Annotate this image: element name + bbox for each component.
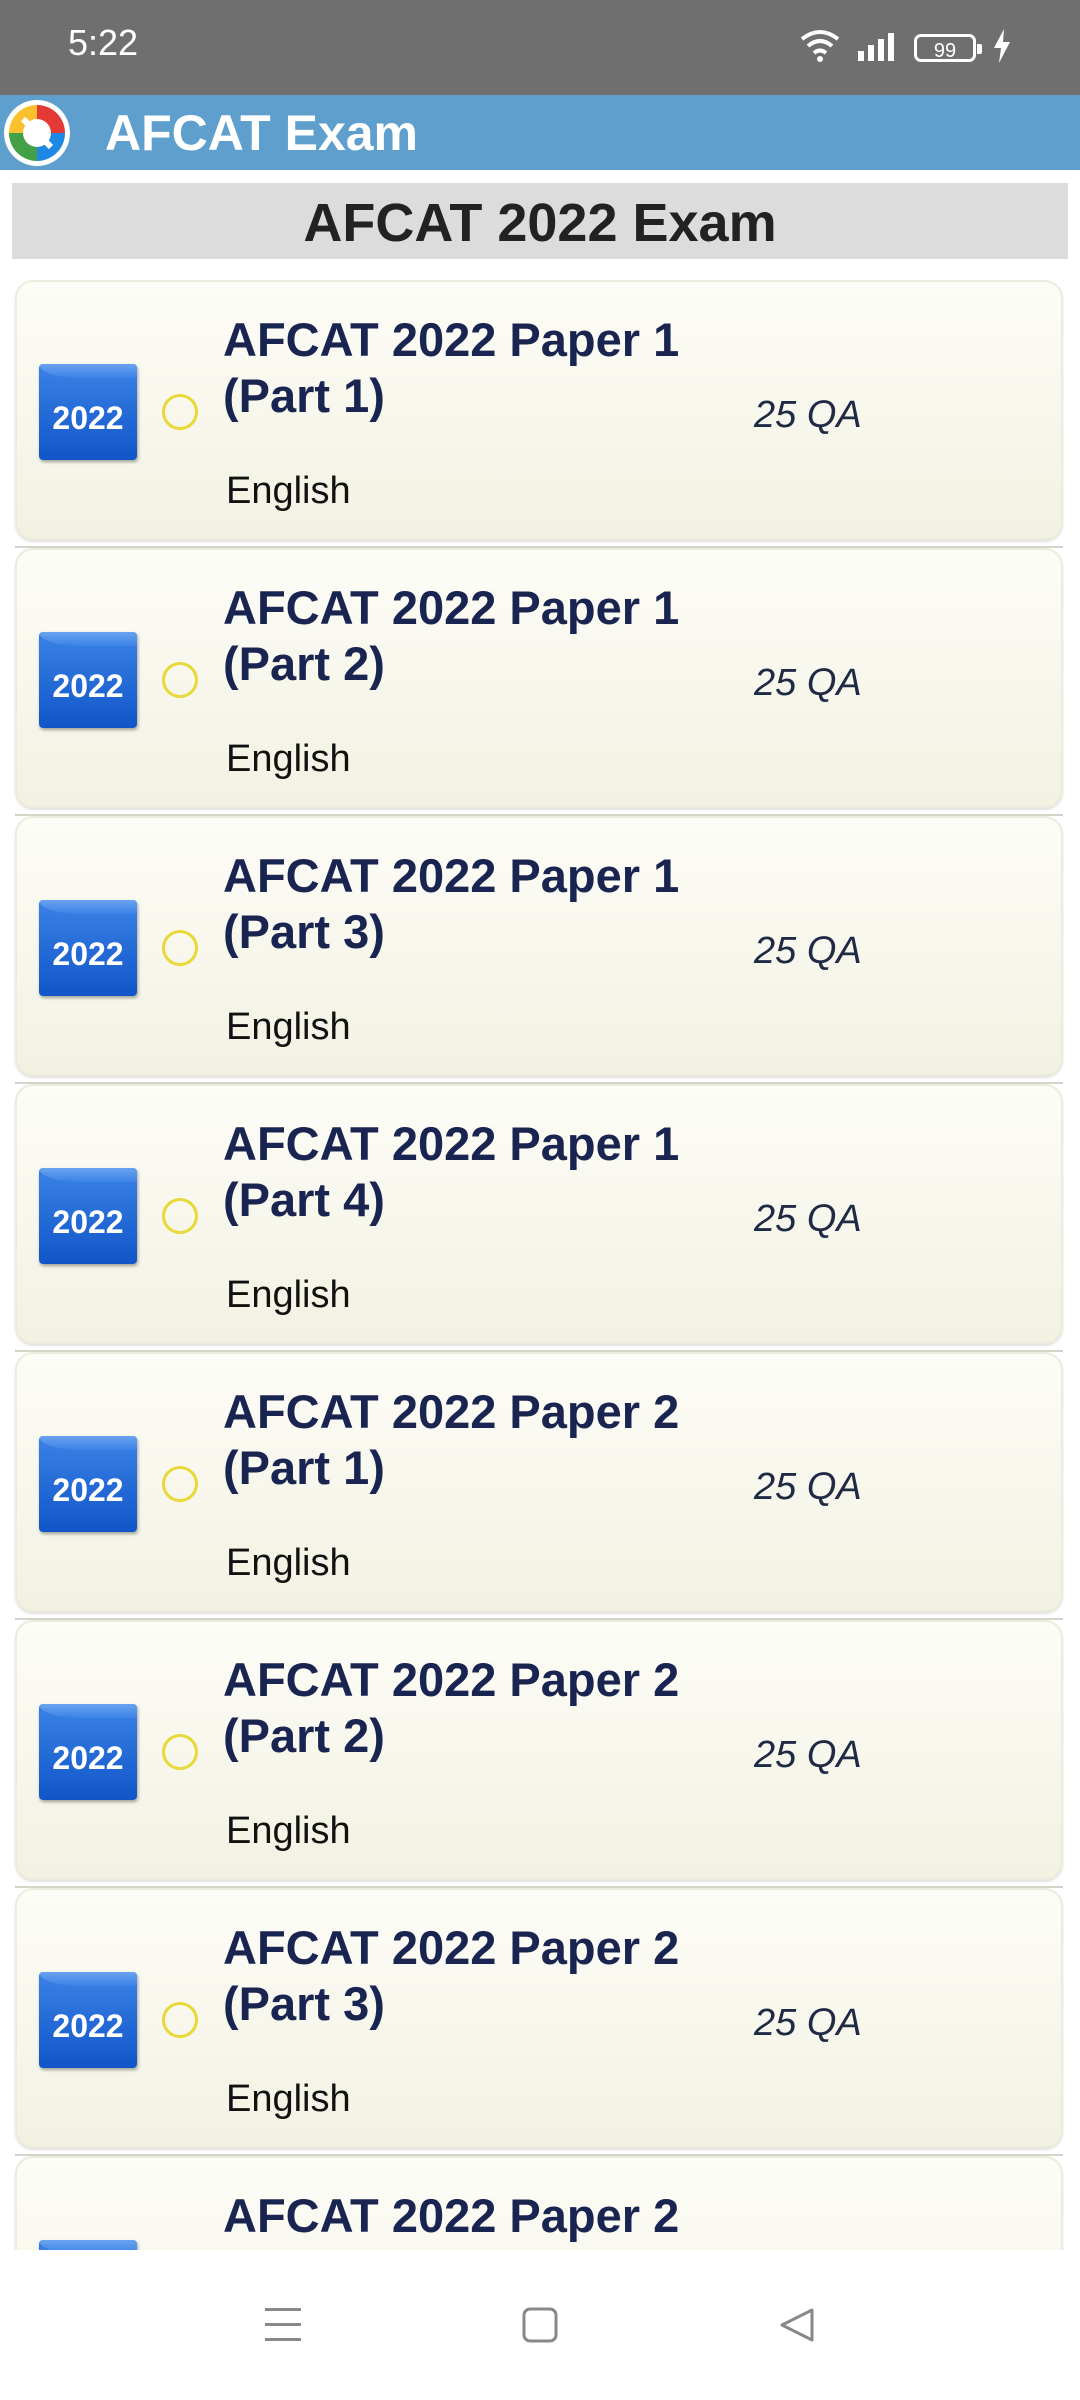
year-2022-icon: 2022 (39, 900, 137, 996)
year-2022-icon: 2022 (39, 632, 137, 728)
list-item[interactable]: 2022 AFCAT 2022 Paper 1 (Part 4) English… (15, 1084, 1063, 1344)
progress-circle-icon (162, 2002, 198, 2038)
paper-title-line1: AFCAT 2022 Paper 2 (223, 1921, 680, 1974)
section-header: AFCAT 2022 Exam (12, 183, 1068, 259)
paper-title-line2: (Part 3) (223, 1977, 385, 2030)
year-2022-icon: 2022 (39, 2240, 137, 2250)
paper-language: English (226, 1542, 351, 1584)
menu-icon[interactable] (248, 2290, 318, 2360)
paper-title-line2: (Part 2) (223, 1709, 385, 1762)
list-item[interactable]: 2022 AFCAT 2022 Paper 2 (Part 3) English… (15, 1888, 1063, 2148)
paper-title-line1: AFCAT 2022 Paper 1 (223, 313, 680, 366)
app-title: AFCAT Exam (105, 105, 419, 161)
paper-title: AFCAT 2022 Paper 2 (Part 2) (223, 1652, 743, 1764)
paper-language: English (226, 738, 351, 780)
question-count: 25 QA (754, 394, 862, 436)
paper-title: AFCAT 2022 Paper 1 (Part 4) (223, 1116, 743, 1228)
status-time: 5:22 (68, 22, 139, 63)
paper-title: AFCAT 2022 Paper 1 (Part 1) (223, 312, 743, 424)
paper-title: AFCAT 2022 Paper 2 (Part 1) (223, 1384, 743, 1496)
year-2022-icon: 2022 (39, 1168, 137, 1264)
wifi-icon (800, 29, 840, 68)
year-2022-icon: 2022 (39, 1436, 137, 1532)
paper-title: AFCAT 2022 Paper 2 (223, 2188, 743, 2244)
question-count: 25 QA (754, 1198, 862, 1240)
paper-title: AFCAT 2022 Paper 1 (Part 3) (223, 848, 743, 960)
list-item[interactable]: 2022 AFCAT 2022 Paper 1 (Part 2) English… (15, 548, 1063, 808)
home-square-icon[interactable] (505, 2290, 575, 2360)
progress-circle-icon (162, 1466, 198, 1502)
app-logo-icon (3, 99, 71, 167)
charging-icon (992, 28, 1012, 68)
list-item[interactable]: 2022 AFCAT 2022 Paper 1 (Part 1) English… (15, 280, 1063, 540)
paper-title-line2: (Part 2) (223, 637, 385, 690)
paper-language: English (226, 1274, 351, 1316)
paper-title-line1: AFCAT 2022 Paper 2 (223, 1385, 680, 1438)
paper-title-line2: (Part 3) (223, 905, 385, 958)
paper-language: English (226, 470, 351, 512)
paper-language: English (226, 1810, 351, 1852)
question-count: 25 QA (754, 662, 862, 704)
signal-icon (856, 31, 898, 66)
paper-language: English (226, 2078, 351, 2120)
paper-language: English (226, 1006, 351, 1048)
progress-circle-icon (162, 394, 198, 430)
system-nav-bar (0, 2250, 1080, 2400)
progress-circle-icon (162, 1198, 198, 1234)
progress-circle-icon (162, 930, 198, 966)
question-count: 25 QA (754, 930, 862, 972)
paper-title-line1: AFCAT 2022 Paper 1 (223, 849, 680, 902)
progress-circle-icon (162, 662, 198, 698)
list-item[interactable]: 2022 AFCAT 2022 Paper 1 (Part 3) English… (15, 816, 1063, 1076)
paper-list: 2022 AFCAT 2022 Paper 1 (Part 1) English… (0, 280, 1080, 2250)
list-item[interactable]: 2022 AFCAT 2022 Paper 2 (15, 2156, 1063, 2250)
paper-title-line2: (Part 1) (223, 1441, 385, 1494)
status-bar: 5:22 99 (0, 0, 1080, 95)
paper-title-line2: (Part 4) (223, 1173, 385, 1226)
app-bar: AFCAT Exam (0, 95, 1080, 170)
paper-title-line1: AFCAT 2022 Paper 1 (223, 581, 680, 634)
progress-circle-icon (162, 1734, 198, 1770)
paper-title-line1: AFCAT 2022 Paper 1 (223, 1117, 680, 1170)
year-2022-icon: 2022 (39, 364, 137, 460)
paper-title-line1: AFCAT 2022 Paper 2 (223, 2189, 680, 2242)
question-count: 25 QA (754, 1734, 862, 1776)
status-icons: 99 (800, 28, 1012, 68)
list-item[interactable]: 2022 AFCAT 2022 Paper 2 (Part 2) English… (15, 1620, 1063, 1880)
paper-title-line1: AFCAT 2022 Paper 2 (223, 1653, 680, 1706)
paper-title: AFCAT 2022 Paper 1 (Part 2) (223, 580, 743, 692)
question-count: 25 QA (754, 2002, 862, 2044)
year-2022-icon: 2022 (39, 1972, 137, 2068)
battery-icon: 99 (914, 34, 982, 62)
paper-title-line2: (Part 1) (223, 369, 385, 422)
back-triangle-icon[interactable] (762, 2290, 832, 2360)
list-item[interactable]: 2022 AFCAT 2022 Paper 2 (Part 1) English… (15, 1352, 1063, 1612)
year-2022-icon: 2022 (39, 1704, 137, 1800)
question-count: 25 QA (754, 1466, 862, 1508)
paper-title: AFCAT 2022 Paper 2 (Part 3) (223, 1920, 743, 2032)
